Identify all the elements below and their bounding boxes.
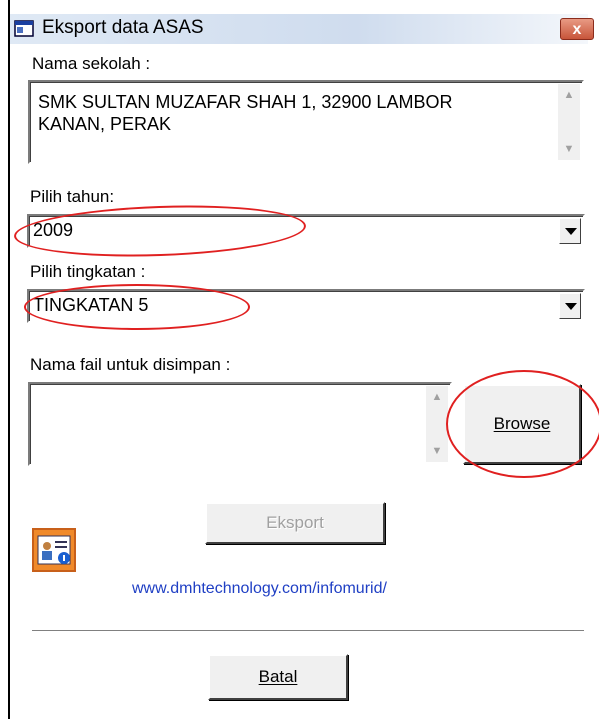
dropdown-arrow-icon[interactable] (559, 293, 581, 319)
close-button[interactable]: x (560, 18, 594, 40)
window-title: Eksport data ASAS (42, 17, 204, 38)
app-logo-icon (32, 528, 76, 572)
website-link[interactable]: www.dmhtechnology.com/infomurid/ (132, 580, 387, 598)
file-scrollbar[interactable]: ▲ ▼ (426, 386, 448, 462)
file-name-textarea[interactable]: ▲ ▼ (28, 382, 452, 466)
school-name-line2: KANAN, PERAK (38, 114, 172, 134)
school-name-textarea[interactable]: SMK SULTAN MUZAFAR SHAH 1, 32900 LAMBOR … (28, 80, 584, 164)
scroll-down-icon[interactable]: ▼ (558, 138, 580, 160)
level-select[interactable]: TINGKATAN 5 (27, 289, 585, 323)
window-left-border (0, 0, 10, 719)
close-icon: x (572, 21, 582, 38)
year-label: Pilih tahun: (30, 187, 115, 206)
year-select[interactable]: 2009 (27, 214, 585, 248)
separator (32, 630, 584, 632)
export-label: Eksport (266, 513, 324, 532)
window-icon (14, 20, 34, 37)
browse-label: Browse (493, 414, 551, 433)
level-label: Pilih tingkatan : (30, 262, 146, 281)
school-name-value: SMK SULTAN MUZAFAR SHAH 1, 32900 LAMBOR … (38, 91, 538, 135)
level-value: TINGKATAN 5 (33, 295, 149, 315)
cancel-label: Batal (258, 667, 298, 686)
export-dialog: Nama sekolah : SMK SULTAN MUZAFAR SHAH 1… (10, 44, 599, 719)
browse-button[interactable]: Browse (463, 384, 581, 464)
scroll-down-icon[interactable]: ▼ (426, 440, 448, 462)
title-bar[interactable]: Eksport data ASAS x (10, 14, 594, 44)
file-label: Nama fail untuk disimpan : (30, 355, 231, 374)
year-value: 2009 (33, 220, 74, 240)
school-scrollbar[interactable]: ▲ ▼ (558, 84, 580, 160)
school-name-line1: SMK SULTAN MUZAFAR SHAH 1, 32900 LAMBOR (38, 92, 453, 112)
dropdown-arrow-icon[interactable] (559, 218, 581, 244)
export-button[interactable]: Eksport (205, 502, 385, 544)
scroll-up-icon[interactable]: ▲ (426, 386, 448, 408)
cancel-button[interactable]: Batal (208, 654, 348, 700)
school-label: Nama sekolah : (32, 54, 151, 73)
scroll-up-icon[interactable]: ▲ (558, 84, 580, 106)
